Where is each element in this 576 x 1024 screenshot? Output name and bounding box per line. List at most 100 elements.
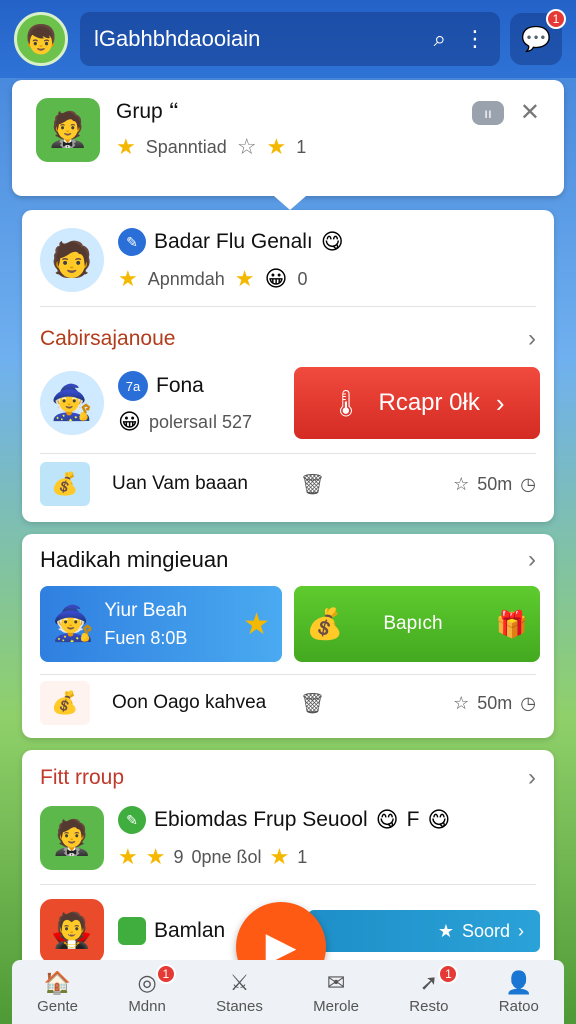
item-name[interactable]: Uan Vam baaan	[112, 473, 248, 495]
emoji-icon: 😋	[320, 229, 344, 254]
star-icon: ★	[243, 607, 270, 641]
player-sub: Apnmdah	[147, 268, 225, 289]
star-icon: ★	[234, 266, 255, 291]
nav-label: Resto	[409, 997, 449, 1015]
star-icon: ★	[116, 134, 136, 159]
avatar-icon: 👦	[23, 23, 59, 55]
nav-badge: 1	[155, 963, 176, 984]
thermometer-icon: 🌡	[329, 387, 363, 418]
player-avatar[interactable]: 🧛	[40, 899, 104, 963]
badge-outline-icon: ☆	[236, 134, 257, 159]
nav-icon: 👤	[505, 969, 533, 995]
close-icon[interactable]: ✕	[520, 98, 540, 127]
nav-icon: 🏠	[43, 969, 72, 995]
tile-bapich[interactable]: 💰 Bapıch 🎁	[294, 586, 540, 662]
player-sub: 0pne ßol	[191, 846, 262, 867]
player-avatar[interactable]: 🧑	[40, 228, 104, 292]
chevron-right-icon: ›	[495, 387, 505, 418]
player-name[interactable]: Fona	[156, 374, 204, 398]
group-popup: 🤵 Grup 🙶 ★ Spanntiad ☆ ★ 1 ıı ✕	[12, 80, 564, 210]
level-icon	[118, 917, 146, 945]
level-icon: ✎	[118, 228, 146, 256]
chat-icon: 💬	[521, 25, 551, 53]
emoji-icon: 😋	[427, 807, 451, 832]
nav-icon: ➚	[419, 969, 439, 995]
more-icon[interactable]: ⋮	[464, 26, 486, 52]
nav-icon: ◎	[137, 969, 157, 995]
nav-label: Ratoo	[498, 997, 539, 1015]
player-name[interactable]: Bamlan	[154, 919, 225, 943]
item-time: 50m	[477, 692, 513, 713]
chevron-right-icon: ›	[518, 920, 524, 941]
profile-avatar[interactable]: 👦	[14, 12, 68, 66]
player-score: 1	[297, 846, 308, 867]
nav-label: Merole	[313, 997, 359, 1015]
nav-icon: ✉	[326, 969, 346, 995]
player-name[interactable]: Ebiomdas Frup Seuool	[154, 808, 368, 832]
bottom-nav: 🏠 Gente ◎ 1 Mdnn ⚔ Stanes ✉ Merole ➚ 1 Resto 👤 Ratoo	[12, 960, 564, 1024]
score-button[interactable]: ★ Soord ›	[308, 910, 540, 952]
level-badge: 7a	[118, 371, 148, 401]
clock-icon: ◷	[520, 692, 536, 713]
nav-item-merole[interactable]: ✉ Merole	[313, 970, 359, 1015]
star-icon: ★	[118, 266, 138, 291]
nav-item-stanes[interactable]: ⚔ Stanes	[216, 970, 263, 1015]
trash-icon[interactable]: 🗑	[300, 691, 325, 716]
bag-icon: 💰	[40, 462, 90, 506]
player-sub: polersaıl 527	[148, 411, 253, 432]
trash-icon[interactable]: 🗑	[300, 472, 325, 497]
section-title: Hadikah mingieuan	[40, 547, 229, 572]
bag-icon: 💰	[40, 681, 90, 725]
group-avatar: 🤵	[36, 98, 100, 162]
chevron-right-icon[interactable]: ›	[528, 764, 536, 792]
item-time: 50m	[477, 473, 513, 494]
popup-label: Spanntiad	[145, 136, 227, 157]
popup-pill[interactable]: ıı	[472, 100, 504, 125]
clock-icon: ◷	[520, 473, 536, 494]
friends-card: 🧑 ✎ Badar Flu Genalı 😋 ★ Apnmdah ★ 😀 0 C…	[22, 210, 554, 522]
popup-stars-count: 1	[296, 136, 307, 157]
app-title: lGabhbhdaooiain	[94, 26, 261, 51]
gift-icon: 🎁	[495, 608, 528, 639]
star-icon: ★	[118, 844, 138, 869]
character-icon: 🧙	[52, 605, 95, 643]
level-icon: ✎	[118, 806, 146, 834]
title-bar: lGabhbhdaooiain ⌕ ⋮	[80, 12, 500, 66]
nav-item-gente[interactable]: 🏠 Gente	[37, 970, 78, 1015]
chat-button[interactable]: 💬 1	[510, 9, 566, 65]
nav-badge: 1	[438, 963, 459, 984]
coin-icon: 😀	[264, 266, 288, 291]
chevron-right-icon[interactable]: ›	[528, 325, 536, 353]
nav-icon: ⚔	[229, 969, 250, 995]
star-icon: ★	[145, 844, 166, 869]
nav-label: Stanes	[216, 997, 263, 1015]
search-icon[interactable]: ⌕	[434, 26, 446, 52]
nav-item-mdnn[interactable]: ◎ 1 Mdnn	[128, 963, 176, 1015]
player-score: 0	[297, 268, 308, 289]
chat-badge: 1	[546, 9, 566, 29]
popup-title: Grup 🙶	[116, 100, 180, 123]
nav-label: Mdnn	[128, 997, 166, 1015]
emoji-icon: 😋	[375, 807, 399, 832]
star-outline-icon: ☆	[453, 473, 470, 494]
top-bar: 👦 lGabhbhdaooiain ⌕ ⋮ 💬 1	[0, 0, 576, 78]
challenges-card: Hadikah mingieuan › 🧙 Yiur Beah Fuen 8:0…	[22, 534, 554, 738]
player-name[interactable]: Badar Flu Genalı	[154, 230, 313, 254]
coin-icon: 😀	[118, 409, 141, 434]
section-title: Cabirsajanoue	[40, 327, 176, 350]
star-icon: ★	[269, 844, 290, 869]
star-outline-icon: ☆	[453, 692, 470, 713]
player-avatar[interactable]: 🤵	[40, 806, 104, 870]
challenge-button[interactable]: 🌡 Rcapr 0łk ›	[294, 367, 540, 439]
chevron-right-icon[interactable]: ›	[528, 546, 536, 574]
tile-yiur-beah[interactable]: 🧙 Yiur Beah Fuen 8:0B ★	[40, 586, 282, 662]
star-icon: ★	[266, 134, 287, 159]
nav-item-resto[interactable]: ➚ 1 Resto	[409, 963, 459, 1015]
bag-icon: 💰	[306, 607, 344, 641]
nav-label: Gente	[37, 997, 79, 1015]
section-title: Fitt rroup	[40, 766, 125, 789]
item-name[interactable]: Oon Oago kahvea	[112, 692, 266, 714]
player-avatar[interactable]: 🧙	[40, 371, 104, 435]
star-icon: ★	[437, 920, 454, 941]
nav-item-ratoo[interactable]: 👤 Ratoo	[499, 970, 539, 1015]
